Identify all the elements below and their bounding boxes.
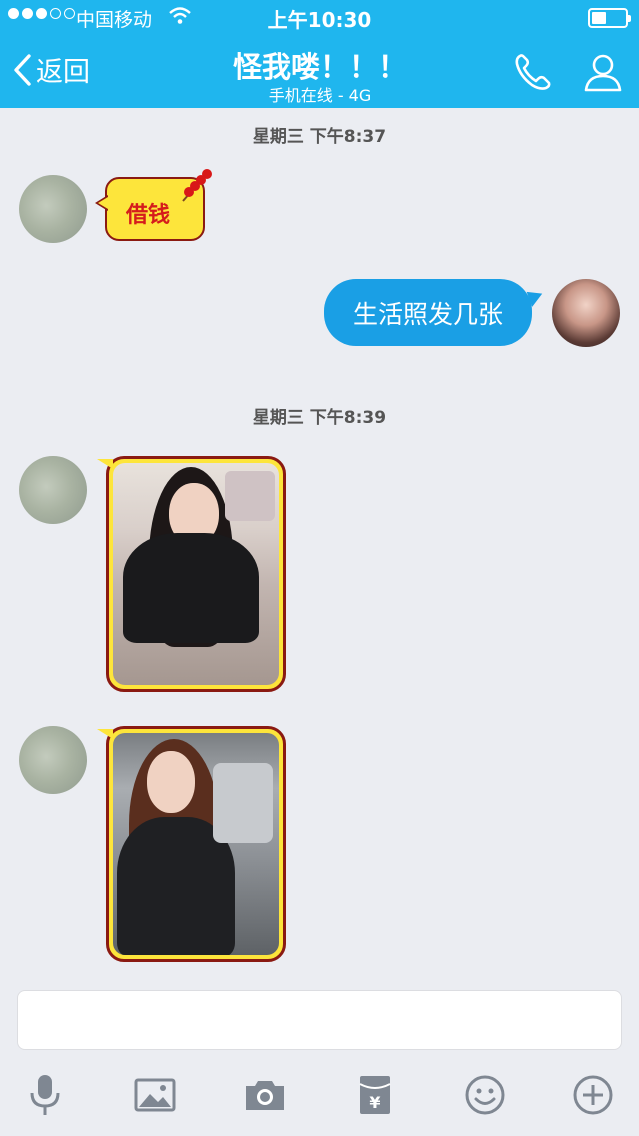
status-bar: 中国移动 上午10:30 (0, 0, 639, 36)
photo-message[interactable] (97, 456, 286, 692)
message-text: 生活照发几张 (352, 299, 503, 329)
red-packet-button[interactable]: ¥ (352, 1072, 398, 1118)
emoji-button[interactable] (462, 1072, 508, 1118)
my-avatar[interactable] (552, 279, 620, 347)
friend-avatar[interactable] (19, 726, 87, 794)
top-bar: 中国移动 上午10:30 返回 怪我喽！！！ 手机在线 - 4G (0, 0, 639, 108)
chat-title: 怪我喽！！！ (232, 50, 407, 84)
emoji-icon (465, 1075, 505, 1115)
timestamp: 星期三 下午8:37 (252, 127, 387, 147)
photo-image (113, 733, 279, 955)
more-button[interactable] (570, 1072, 616, 1118)
status-time: 上午10:30 (267, 8, 372, 32)
voice-button[interactable] (22, 1072, 68, 1118)
person-icon (584, 54, 622, 92)
photo-image (113, 463, 279, 685)
gallery-button[interactable] (132, 1072, 178, 1118)
phone-icon (515, 54, 551, 90)
microphone-icon (30, 1075, 60, 1115)
friend-avatar[interactable] (19, 456, 87, 524)
back-button[interactable]: 返回 (12, 50, 90, 89)
message-input[interactable] (17, 990, 622, 1050)
back-label: 返回 (36, 57, 90, 88)
svg-text:¥: ¥ (369, 1093, 380, 1112)
call-button[interactable] (510, 50, 556, 94)
camera-icon (246, 1081, 284, 1110)
battery-icon (588, 8, 631, 28)
profile-button[interactable] (580, 50, 626, 94)
red-packet-icon: ¥ (359, 1076, 391, 1114)
friend-avatar[interactable] (19, 175, 87, 243)
sticker-message[interactable]: 借钱 (95, 169, 212, 241)
image-icon (134, 1078, 176, 1112)
chevron-left-icon (14, 53, 31, 86)
camera-button[interactable] (242, 1072, 288, 1118)
candied-haws-icon (182, 169, 212, 202)
online-status: 手机在线 - 4G (268, 86, 372, 105)
timestamp: 星期三 下午8:39 (252, 408, 387, 428)
plus-icon (573, 1075, 613, 1115)
bottom-toolbar: ¥ (0, 1066, 639, 1126)
my-text-message[interactable]: 生活照发几张 (324, 279, 532, 346)
photo-message[interactable] (97, 726, 286, 962)
